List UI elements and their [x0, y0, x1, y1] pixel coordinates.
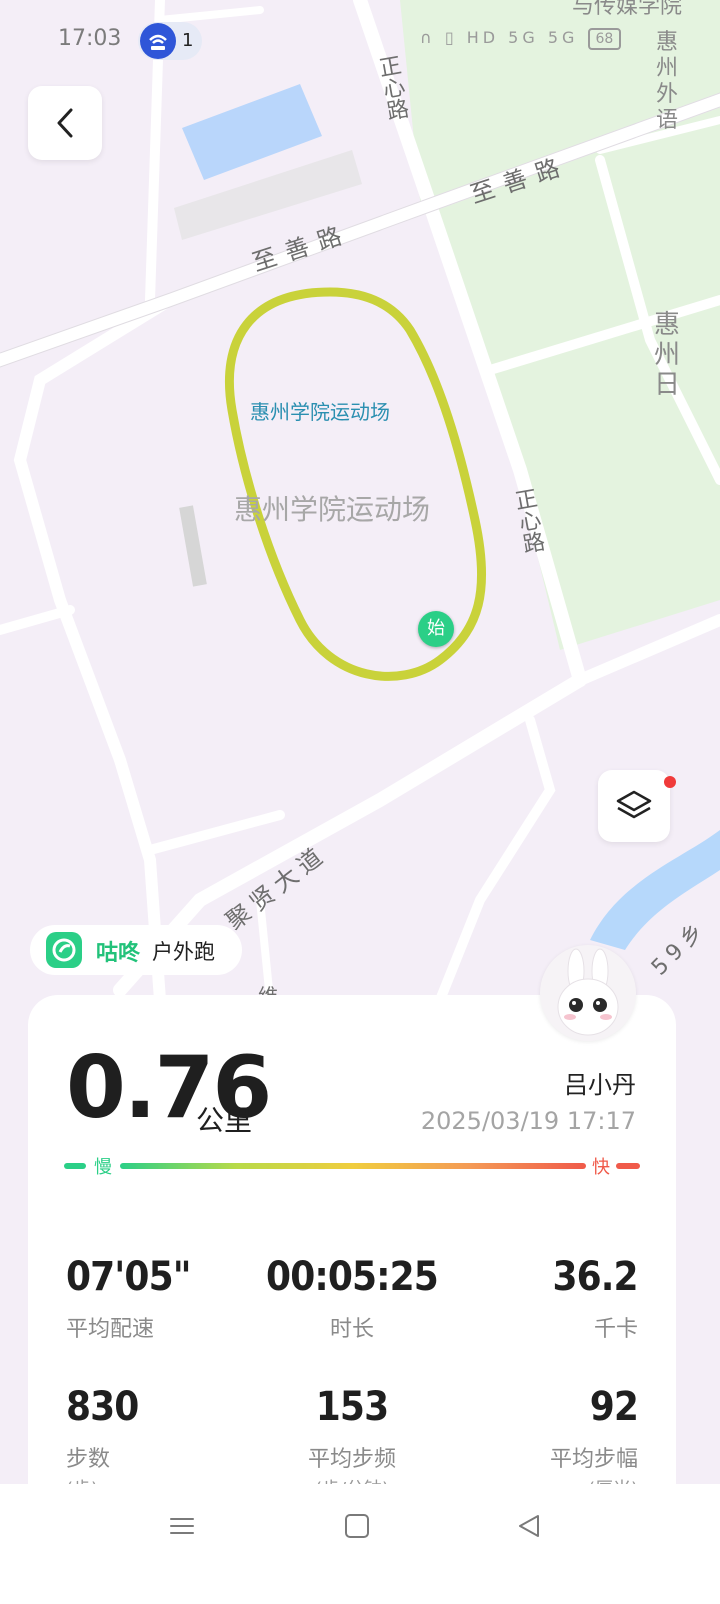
- stat-value: 07'05": [66, 1254, 191, 1300]
- stat-label: 千卡: [593, 1317, 638, 1342]
- hotspot-icon: [140, 23, 176, 59]
- status-icons: ∩ ▯ HD 5G 5G 68: [420, 28, 622, 50]
- run-datetime: 2025/03/19 17:17: [420, 1107, 636, 1135]
- map-layers-button[interactable]: [598, 770, 670, 842]
- stat-calories: 36.2 千卡: [543, 1254, 639, 1343]
- hotspot-count: 1: [182, 30, 194, 51]
- notification-dot: [664, 776, 676, 788]
- pace-fast-swatch: [616, 1163, 640, 1169]
- stat-label: 步数: [66, 1447, 111, 1472]
- distance-unit: 公里: [196, 1104, 253, 1137]
- pace-fast-label: 快: [592, 1157, 610, 1178]
- layers-icon: [616, 790, 652, 819]
- back-nav-icon[interactable]: [515, 1512, 543, 1540]
- pace-legend: 慢 快: [64, 1155, 642, 1181]
- avatar[interactable]: [540, 945, 636, 1041]
- run-summary-card: 0.76 公里 吕小丹 2025/03/19 17:17 慢 快 07'05" …: [28, 995, 676, 1515]
- pace-slow-label: 慢: [94, 1157, 112, 1178]
- stat-value: 36.2: [552, 1254, 639, 1300]
- bunny-avatar-icon: [557, 948, 619, 1036]
- pace-gradient-bar: [120, 1163, 586, 1169]
- home-icon[interactable]: [343, 1512, 371, 1540]
- app-brand: 咕咚 户外跑: [30, 925, 242, 975]
- hotspot-indicator: 1: [138, 22, 202, 60]
- brand-name: 咕咚: [96, 941, 141, 966]
- back-button[interactable]: [28, 86, 102, 160]
- menu-icon[interactable]: [168, 1512, 196, 1540]
- network-label: HD 5G 5G: [466, 28, 579, 47]
- stat-value: 830: [66, 1384, 139, 1430]
- system-nav-bar: [0, 1484, 720, 1604]
- battery-icon: 68: [587, 28, 622, 50]
- stat-label: 平均步幅: [549, 1447, 638, 1472]
- codoon-logo-icon: [46, 932, 82, 968]
- stat-duration: 00:05:25 时长: [248, 1257, 456, 1343]
- headphones-icon: ∩: [420, 28, 436, 47]
- stat-value: 92: [589, 1384, 639, 1430]
- stadium-marker-label: 惠州学院运动场: [250, 400, 390, 424]
- activity-mode: 户外跑: [152, 940, 215, 964]
- place-label: 惠州日: [654, 310, 681, 400]
- start-marker: 始: [418, 611, 454, 647]
- stat-value: 153: [315, 1384, 389, 1430]
- stat-value: 00:05:25: [266, 1254, 439, 1300]
- stadium-area-label: 惠州学院运动场: [234, 493, 431, 526]
- pace-slow-swatch: [64, 1163, 86, 1169]
- vibrate-icon: ▯: [444, 28, 458, 47]
- status-bar: 17:03 1 ∩ ▯ HD 5G 5G 68: [0, 0, 720, 80]
- user-name: 吕小丹: [564, 1071, 636, 1099]
- chevron-left-icon: [57, 108, 73, 138]
- stat-label: 平均配速: [66, 1317, 155, 1342]
- status-time: 17:03: [58, 26, 122, 51]
- stat-label: 平均步频: [307, 1447, 396, 1472]
- stat-label: 时长: [329, 1317, 374, 1342]
- stat-avg-pace: 07'05" 平均配速: [66, 1257, 204, 1343]
